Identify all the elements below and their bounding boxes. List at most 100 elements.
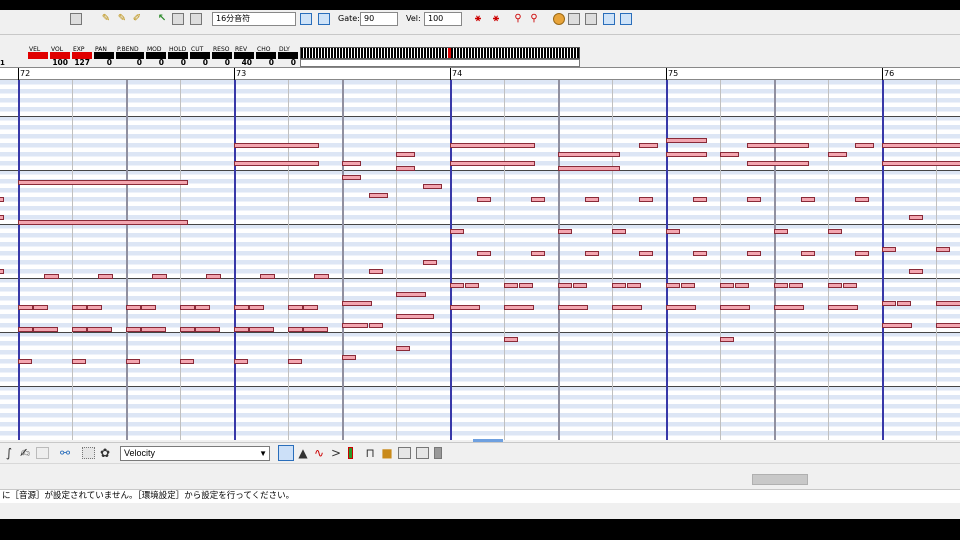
controller-cho[interactable]: CHO 0 bbox=[256, 46, 276, 67]
gate-select[interactable]: 90 bbox=[360, 12, 398, 26]
scrollbar-thumb[interactable] bbox=[752, 474, 808, 485]
midi-note[interactable] bbox=[195, 305, 210, 310]
midi-note[interactable] bbox=[396, 314, 434, 319]
import-icon[interactable] bbox=[620, 13, 632, 25]
midi-note[interactable] bbox=[234, 305, 249, 310]
midi-note[interactable] bbox=[789, 283, 803, 288]
midi-note[interactable] bbox=[747, 197, 761, 202]
controller-exp[interactable]: EXP 127 bbox=[72, 46, 92, 67]
measure-ruler[interactable]: 72 73 74 75 76 bbox=[0, 67, 960, 80]
midi-note[interactable] bbox=[504, 305, 534, 310]
midi-note[interactable] bbox=[747, 161, 809, 166]
midi-note[interactable] bbox=[98, 274, 113, 279]
midi-note[interactable] bbox=[0, 197, 4, 202]
midi-note[interactable] bbox=[828, 229, 842, 234]
midi-note[interactable] bbox=[0, 269, 4, 274]
midi-note[interactable] bbox=[936, 247, 950, 252]
midi-note[interactable] bbox=[585, 251, 599, 256]
midi-note[interactable] bbox=[882, 301, 896, 306]
midi-note[interactable] bbox=[882, 247, 896, 252]
midi-note[interactable] bbox=[882, 143, 960, 148]
midi-note[interactable] bbox=[369, 323, 383, 328]
midi-note[interactable] bbox=[72, 327, 87, 332]
lane-mode-button[interactable] bbox=[278, 445, 294, 461]
midi-note[interactable] bbox=[44, 274, 59, 279]
midi-note[interactable] bbox=[519, 283, 533, 288]
controller-reso[interactable]: RESO 0 bbox=[212, 46, 232, 67]
midi-note[interactable] bbox=[666, 305, 696, 310]
quantize-select[interactable]: 16分音符 bbox=[212, 12, 296, 26]
midi-note[interactable] bbox=[747, 251, 761, 256]
midi-note[interactable] bbox=[0, 215, 4, 220]
property-icon[interactable] bbox=[585, 13, 597, 25]
midi-note[interactable] bbox=[774, 229, 788, 234]
midi-note[interactable] bbox=[234, 143, 319, 148]
vel-select[interactable]: 100 bbox=[424, 12, 462, 26]
midi-note[interactable] bbox=[909, 215, 923, 220]
midi-note[interactable] bbox=[18, 180, 188, 185]
midi-note[interactable] bbox=[342, 175, 361, 180]
midi-note[interactable] bbox=[909, 269, 923, 274]
midi-note[interactable] bbox=[234, 161, 319, 166]
midi-note[interactable] bbox=[828, 152, 847, 157]
line-tool-icon[interactable] bbox=[36, 447, 49, 459]
midi-note[interactable] bbox=[558, 283, 572, 288]
midi-note[interactable] bbox=[828, 283, 842, 288]
midi-note[interactable] bbox=[423, 260, 437, 265]
midi-note[interactable] bbox=[72, 305, 87, 310]
midi-note[interactable] bbox=[87, 305, 102, 310]
midi-note[interactable] bbox=[573, 283, 587, 288]
midi-note[interactable] bbox=[141, 305, 156, 310]
midi-note[interactable] bbox=[18, 327, 33, 332]
midi-note[interactable] bbox=[558, 152, 620, 157]
midi-note[interactable] bbox=[234, 359, 248, 364]
lasso-icon[interactable] bbox=[190, 13, 202, 25]
eraser-icon[interactable]: ✐ bbox=[131, 13, 143, 25]
midi-note[interactable] bbox=[720, 305, 750, 310]
midi-note[interactable] bbox=[477, 251, 491, 256]
controller-vol[interactable]: VOL 100 bbox=[50, 46, 70, 67]
midi-note[interactable] bbox=[828, 305, 858, 310]
midi-note[interactable] bbox=[801, 197, 815, 202]
midi-note[interactable] bbox=[666, 229, 680, 234]
midi-note[interactable] bbox=[342, 301, 372, 306]
midi-note[interactable] bbox=[18, 220, 188, 225]
midi-note[interactable] bbox=[314, 274, 329, 279]
wave-edit-icon[interactable]: ∿ bbox=[312, 446, 326, 460]
velocity-edit-icon[interactable]: ⚹ bbox=[490, 13, 502, 25]
midi-note[interactable] bbox=[423, 184, 442, 189]
lane-view-icon[interactable] bbox=[398, 447, 411, 459]
midi-note[interactable] bbox=[897, 301, 911, 306]
horizontal-scrollbar[interactable]: ······· bbox=[0, 463, 960, 494]
midi-note[interactable] bbox=[465, 283, 479, 288]
midi-note[interactable] bbox=[87, 327, 112, 332]
midi-note[interactable] bbox=[450, 283, 464, 288]
midi-note[interactable] bbox=[843, 283, 857, 288]
midi-note[interactable] bbox=[303, 327, 328, 332]
midi-note[interactable] bbox=[180, 359, 194, 364]
controller-cut[interactable]: CUT 0 bbox=[190, 46, 210, 67]
find-icon[interactable]: ⚲ bbox=[512, 13, 524, 25]
midi-note[interactable] bbox=[558, 166, 620, 171]
midi-note[interactable] bbox=[195, 327, 220, 332]
midi-note[interactable] bbox=[260, 274, 275, 279]
midi-note[interactable] bbox=[126, 359, 140, 364]
midi-note[interactable] bbox=[720, 337, 734, 342]
midi-note[interactable] bbox=[288, 359, 302, 364]
midi-note[interactable] bbox=[342, 161, 361, 166]
midi-note[interactable] bbox=[627, 283, 641, 288]
midi-note[interactable] bbox=[504, 283, 518, 288]
midi-note[interactable] bbox=[855, 251, 869, 256]
midi-note[interactable] bbox=[720, 152, 739, 157]
midi-note[interactable] bbox=[693, 251, 707, 256]
midi-note[interactable] bbox=[288, 327, 303, 332]
lock-icon[interactable]: ■ bbox=[380, 446, 394, 460]
midi-note[interactable] bbox=[801, 251, 815, 256]
midi-note[interactable] bbox=[531, 251, 545, 256]
midi-note[interactable] bbox=[33, 305, 48, 310]
stamp-icon[interactable]: ▲ bbox=[296, 446, 310, 460]
controller-pbend[interactable]: P.BEND 0 bbox=[116, 46, 144, 67]
midi-note[interactable] bbox=[450, 305, 480, 310]
midi-note[interactable] bbox=[612, 229, 626, 234]
midi-note[interactable] bbox=[396, 152, 415, 157]
